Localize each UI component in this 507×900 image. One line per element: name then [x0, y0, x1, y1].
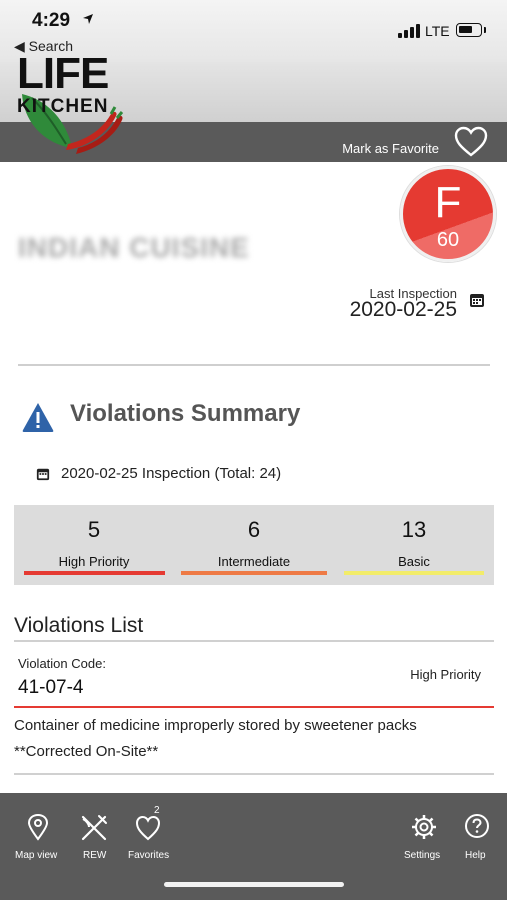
stat-color-bar — [181, 571, 327, 575]
stat-value: 5 — [87, 517, 101, 542]
map-pin-icon — [27, 813, 49, 841]
favorites-count-badge: 2 — [154, 805, 160, 816]
cellular-signal-icon — [398, 24, 422, 38]
stat-label: Intermediate — [217, 554, 291, 569]
nav-label: Favorites — [128, 850, 170, 861]
stat-value: 13 — [401, 517, 427, 542]
status-time: 4:29 — [32, 10, 71, 31]
priority-divider — [14, 706, 494, 708]
stat-label: Basic — [398, 554, 430, 569]
nav-label: REW — [83, 850, 107, 861]
violations-summary-box: 5 High Priority 6 Intermediate 13 Basic — [14, 505, 494, 585]
location-arrow-icon — [83, 14, 93, 24]
mark-favorite-label[interactable]: Mark as Favorite — [342, 141, 439, 156]
nav-label: Map view — [15, 850, 58, 861]
network-type: LTE — [425, 23, 450, 39]
last-inspection-date: 2020-02-25 — [349, 298, 457, 321]
violation-code: 41-07-4 — [18, 677, 84, 698]
fork-knife-icon — [81, 815, 107, 841]
grade-letter: F — [434, 178, 462, 227]
nav-item-help[interactable]: Help — [462, 793, 492, 865]
stat-high-priority: 5 High Priority — [14, 505, 174, 585]
grade-badge: F 60 — [400, 166, 496, 262]
battery-tip — [484, 27, 486, 33]
nav-item-rew[interactable]: REW — [79, 793, 109, 865]
stat-color-bar — [24, 571, 165, 575]
calendar-icon — [36, 468, 50, 481]
violations-list-title: Violations List — [14, 614, 144, 637]
stat-color-bar — [344, 571, 484, 575]
nav-label: Help — [465, 850, 486, 861]
violations-summary-title: Violations Summary — [70, 400, 301, 427]
stat-value: 6 — [247, 517, 261, 542]
stat-intermediate: 6 Intermediate — [174, 505, 334, 585]
nav-item-favorites[interactable]: 2 Favorites — [127, 793, 173, 865]
app-logo: LIFE KITCHEN — [14, 52, 134, 157]
heart-icon — [135, 815, 161, 841]
violation-note: **Corrected On-Site** — [14, 743, 159, 760]
logo-text-kitchen: KITCHEN — [17, 96, 109, 117]
violation-description: Container of medicine improperly stored … — [14, 717, 417, 734]
inspection-total-line: 2020-02-25 Inspection (Total: 24) — [61, 465, 282, 482]
battery-icon — [456, 23, 482, 37]
favorite-heart-icon[interactable] — [453, 124, 489, 160]
divider — [14, 773, 494, 775]
nav-item-settings[interactable]: Settings — [402, 793, 446, 865]
violation-priority: High Priority — [410, 667, 481, 682]
grade-score: 60 — [436, 229, 460, 251]
divider — [14, 640, 494, 642]
logo-text-life: LIFE — [17, 49, 109, 98]
nav-label: Settings — [404, 850, 441, 861]
restaurant-name: INDIAN CUISINE — [18, 232, 250, 263]
gear-icon — [412, 815, 436, 839]
home-indicator[interactable] — [164, 882, 344, 887]
help-icon — [465, 814, 489, 838]
stat-basic: 13 Basic — [334, 505, 494, 585]
violation-code-label: Violation Code: — [18, 656, 106, 671]
nav-item-map-view[interactable]: Map view — [14, 793, 64, 865]
divider — [18, 364, 490, 366]
calendar-icon[interactable] — [469, 292, 485, 308]
stat-label: High Priority — [58, 554, 130, 569]
warning-icon — [22, 403, 54, 432]
